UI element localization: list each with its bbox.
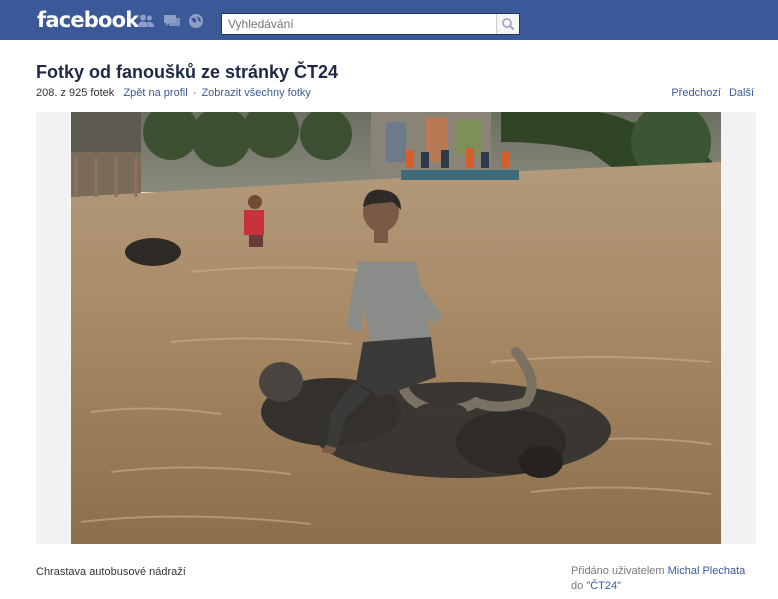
photo-stage [36, 112, 756, 544]
flood-buffalo-image [71, 112, 721, 544]
to-prefix: do [571, 580, 584, 592]
facebook-logo[interactable]: facebook [37, 8, 139, 32]
view-all-photos-link[interactable]: Zobrazit všechny fotky [201, 87, 310, 99]
next-link[interactable]: Další [729, 87, 754, 99]
added-prefix: Přidáno uživatelem [571, 565, 665, 577]
photo-caption: Chrastava autobusové nádraží [36, 566, 186, 578]
album-subline: 208. z 925 fotek Zpět na profil · Zobraz… [36, 87, 311, 99]
search-icon [502, 18, 515, 31]
search-button[interactable] [496, 14, 519, 34]
messages-icon[interactable] [163, 13, 181, 29]
photo-pager: Předchozí Další [666, 87, 754, 99]
page-link[interactable]: "ČT24" [586, 580, 621, 592]
back-to-profile-link[interactable]: Zpět na profil [123, 87, 187, 99]
friend-requests-icon[interactable] [137, 13, 155, 29]
added-by: Přidáno uživatelem Michal Plechata do "Č… [571, 564, 745, 594]
previous-link[interactable]: Předchozí [671, 87, 721, 99]
photo-index: 208. z 925 fotek [36, 87, 115, 99]
notifications-icon[interactable] [187, 13, 205, 29]
album-title: Fotky od fanoušků ze stránky ČT24 [36, 62, 339, 82]
search-box[interactable] [221, 13, 520, 35]
photo[interactable] [71, 112, 721, 544]
link-separator: · [192, 87, 197, 99]
search-input[interactable] [222, 14, 497, 34]
top-bar: facebook [0, 0, 778, 40]
author-link[interactable]: Michal Plechata [668, 565, 746, 577]
